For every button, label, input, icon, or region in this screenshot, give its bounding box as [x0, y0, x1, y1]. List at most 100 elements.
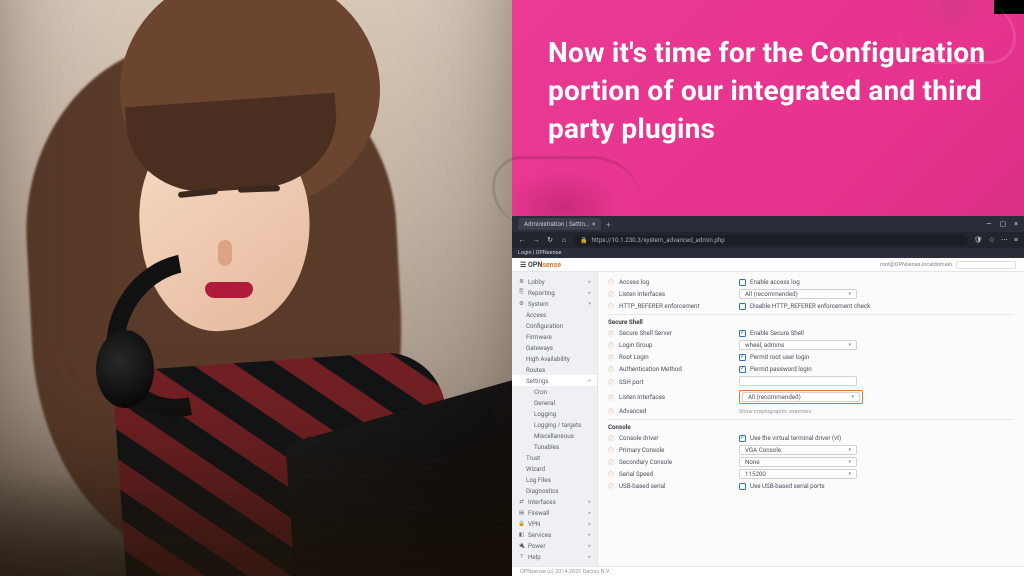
sidebar-item-label: Tunables	[534, 443, 559, 451]
app-header: ☰ OPNsense root@OPNsense.localdomain	[512, 258, 1024, 272]
row-label: Serial Speed	[619, 470, 739, 478]
checkbox[interactable]	[739, 303, 746, 310]
help-icon[interactable]: ⓘ	[608, 407, 614, 416]
settings-row: ⓘSSH port	[608, 375, 1014, 389]
sidebar-item-services[interactable]: ◧Services▸	[512, 529, 597, 540]
checkbox-label: Permit root user login	[750, 353, 809, 361]
sidebar-item-miscellaneous[interactable]: Miscellaneous	[512, 430, 597, 441]
help-icon[interactable]: ⓘ	[608, 393, 614, 402]
sidebar-item-logging[interactable]: Logging	[512, 408, 597, 419]
help-icon[interactable]: ⓘ	[608, 470, 614, 479]
sidebar-item-reporting[interactable]: ⎘Reporting▸	[512, 287, 597, 298]
address-bar[interactable]: 🔒 https://10.1.230.3/system_advanced_adm…	[574, 235, 968, 246]
select-dropdown[interactable]: None▾	[739, 457, 857, 467]
checkbox[interactable]	[739, 354, 746, 361]
settings-panel: ⓘAccess logEnable access logⓘListen Inte…	[598, 272, 1024, 566]
sidebar-item-access[interactable]: Access	[512, 309, 597, 320]
sidebar-item-cron[interactable]: Cron	[512, 386, 597, 397]
select-dropdown[interactable]: wheel, admins▾	[739, 340, 857, 350]
nav-forward-icon[interactable]: →	[532, 236, 540, 244]
app-footer: OPNsense (c) 2014-2021 Deciso B.V.	[512, 566, 1024, 576]
chevron-icon: ▸	[588, 521, 591, 527]
checkbox[interactable]	[739, 330, 746, 337]
sidebar-item-routes[interactable]: Routes	[512, 364, 597, 375]
checkbox[interactable]	[739, 366, 746, 373]
chevron-down-icon: ▾	[849, 342, 852, 348]
header-search-input[interactable]	[956, 261, 1016, 269]
sidebar-item-settings[interactable]: Settings⇥	[512, 375, 597, 386]
sidebar-icon: ⚙	[518, 301, 525, 307]
settings-row: ⓘ Listen InterfacesAll (recommended)▾	[608, 389, 1014, 405]
help-icon[interactable]: ⓘ	[608, 446, 614, 455]
help-icon[interactable]: ⓘ	[608, 378, 614, 387]
nav-back-icon[interactable]: ←	[518, 236, 526, 244]
select-dropdown[interactable]: All (recommended)▾	[739, 289, 857, 299]
close-window-icon[interactable]: ×	[1014, 220, 1018, 228]
sidebar-item-wizard[interactable]: Wizard	[512, 463, 597, 474]
help-icon[interactable]: ⓘ	[608, 278, 614, 287]
sidebar-item-label: Lobby	[528, 278, 545, 286]
chevron-down-icon: ▾	[849, 447, 852, 453]
checkbox[interactable]	[739, 435, 746, 442]
sidebar-item-firmware[interactable]: Firmware	[512, 331, 597, 342]
sidebar-item-configuration[interactable]: Configuration	[512, 320, 597, 331]
text-input[interactable]	[739, 376, 857, 386]
sidebar-item-label: High Availability	[526, 355, 570, 363]
sidebar-icon: 🔒	[518, 521, 525, 527]
sidebar-item-high-availability[interactable]: High Availability	[512, 353, 597, 364]
sidebar-item-help[interactable]: ?Help▸	[512, 551, 597, 562]
bookmark-icon[interactable]: ☆	[989, 236, 995, 244]
sidebar-item-label: Power	[528, 542, 545, 550]
checkbox-label: Use USB-based serial ports	[750, 482, 825, 490]
sidebar-item-lobby[interactable]: ≣Lobby▸	[512, 276, 597, 287]
chevron-down-icon: ▾	[849, 291, 852, 297]
sidebar-item-gateways[interactable]: Gateways	[512, 342, 597, 353]
select-dropdown[interactable]: All (recommended)▾	[742, 392, 860, 402]
nav-home-icon[interactable]: ⌂	[560, 236, 568, 244]
settings-row: ⓘListen InterfacesAll (recommended)▾	[608, 288, 1014, 300]
sidebar-item-firewall[interactable]: ▤Firewall▸	[512, 507, 597, 518]
sidebar-item-label: Cron	[534, 388, 547, 396]
minimize-icon[interactable]: —	[986, 220, 991, 228]
sidebar-item-system[interactable]: ⚙System▾	[512, 298, 597, 309]
help-icon[interactable]: ⓘ	[608, 353, 614, 362]
help-icon[interactable]: ⓘ	[608, 341, 614, 350]
checkbox[interactable]	[739, 279, 746, 286]
maximize-icon[interactable]: ▢	[1000, 220, 1007, 228]
sidebar-item-label: Firmware	[526, 333, 552, 341]
help-icon[interactable]: ⓘ	[608, 302, 614, 311]
help-icon[interactable]: ⓘ	[608, 434, 614, 443]
extensions-icon[interactable]: ⋯	[1001, 236, 1008, 244]
select-dropdown[interactable]: VGA Console▾	[739, 445, 857, 455]
sidebar-item-log-files[interactable]: Log Files	[512, 474, 597, 485]
chevron-down-icon: ▾	[849, 471, 852, 477]
chevron-icon: ⇥	[587, 378, 591, 384]
sidebar-item-label: Reporting	[528, 289, 555, 297]
checkbox[interactable]	[739, 483, 746, 490]
row-label: Listen Interfaces	[619, 393, 739, 401]
help-icon[interactable]: ⓘ	[608, 329, 614, 338]
select-dropdown[interactable]: 115200▾	[739, 469, 857, 479]
shield-icon[interactable]: 🛡	[974, 236, 983, 244]
help-icon[interactable]: ⓘ	[608, 290, 614, 299]
nav-reload-icon[interactable]: ↻	[546, 236, 554, 244]
menu-icon[interactable]: ≡	[1014, 236, 1018, 244]
sidebar-item-label: Logging	[534, 410, 556, 418]
app-logo[interactable]: ☰ OPNsense	[520, 261, 561, 269]
sidebar-item-power[interactable]: 🔌Power▸	[512, 540, 597, 551]
sidebar-item-tunables[interactable]: Tunables	[512, 441, 597, 452]
sidebar-item-general[interactable]: General	[512, 397, 597, 408]
sidebar-item-interfaces[interactable]: ⇄Interfaces▸	[512, 496, 597, 507]
sidebar-item-logging-targets[interactable]: Logging / targets	[512, 419, 597, 430]
sidebar-item-trust[interactable]: Trust	[512, 452, 597, 463]
row-label: HTTP_REFERER enforcement	[619, 302, 739, 310]
sidebar-item-vpn[interactable]: 🔒VPN▸	[512, 518, 597, 529]
help-icon[interactable]: ⓘ	[608, 482, 614, 491]
sidebar-item-label: Routes	[526, 366, 545, 374]
sidebar-item-diagnostics[interactable]: Diagnostics	[512, 485, 597, 496]
help-icon[interactable]: ⓘ	[608, 458, 614, 467]
help-icon[interactable]: ⓘ	[608, 365, 614, 374]
settings-row: ⓘAdvancedShow cryptographic overrides	[608, 405, 1014, 417]
promo-banner: Now it's time for the Configuration port…	[512, 0, 1024, 216]
user-label[interactable]: root@OPNsense.localdomain	[880, 262, 952, 268]
